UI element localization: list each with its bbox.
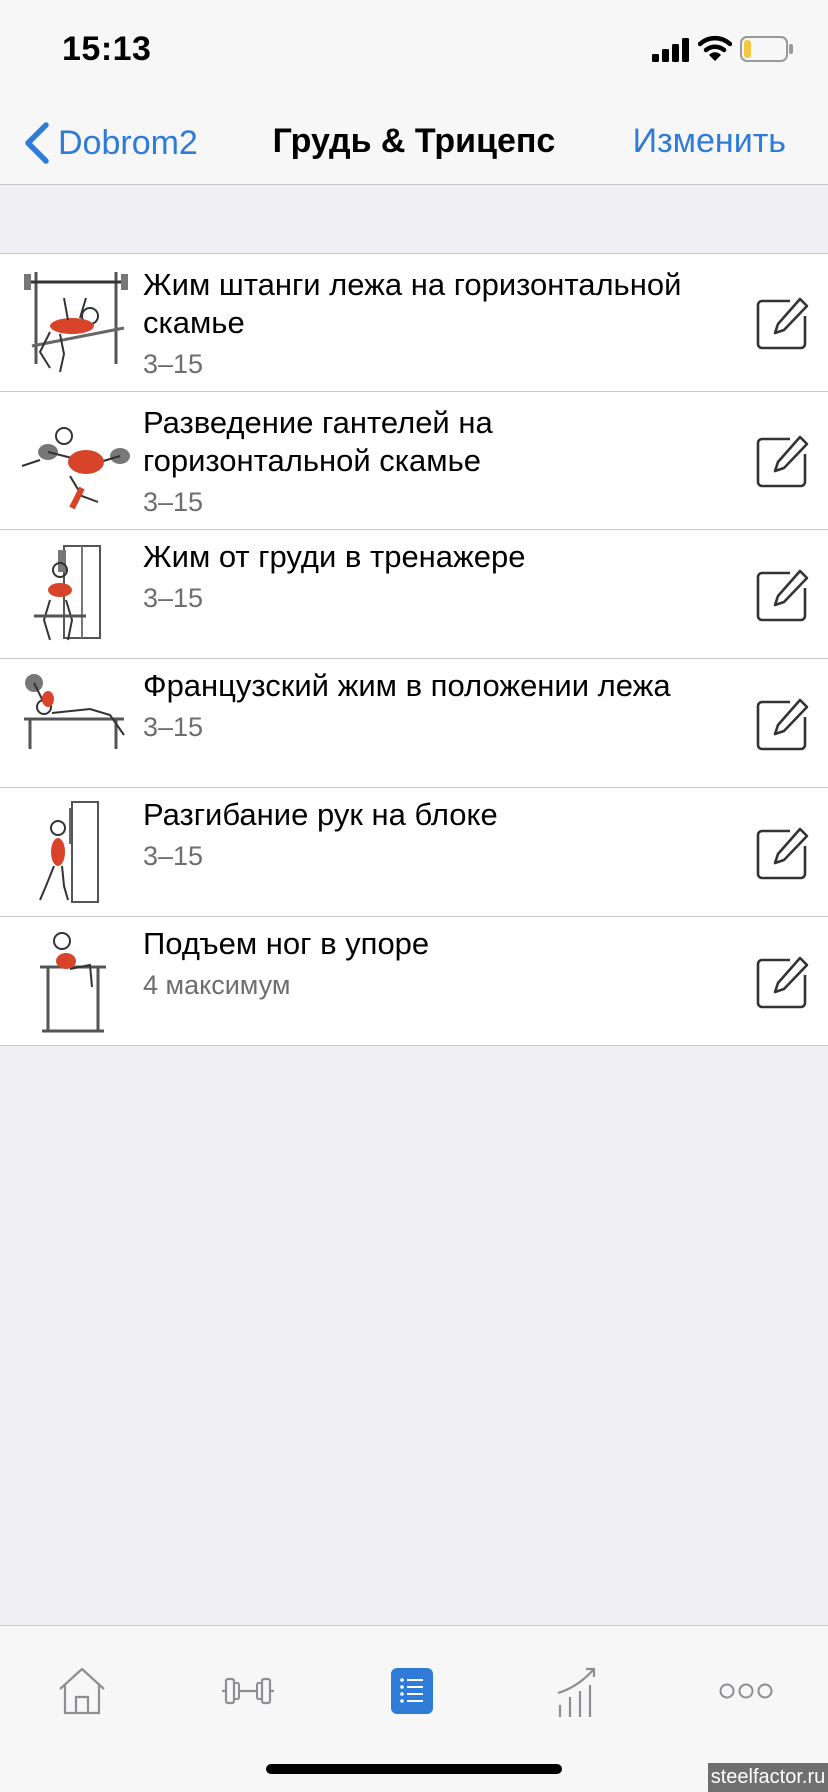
exercise-row[interactable]: Жим штанги лежа на горизонтальной скамье… (0, 254, 828, 392)
edit-icon[interactable] (756, 826, 810, 880)
exercise-row[interactable]: Разгибание рук на блоке 3–15 (0, 788, 828, 917)
home-indicator (266, 1764, 562, 1774)
edit-icon[interactable] (756, 296, 810, 350)
exercise-name: Французский жим в положении лежа (143, 668, 671, 703)
machine-chest-press-illustration (34, 545, 101, 641)
dumbbell-icon (222, 1677, 274, 1705)
more-icon (719, 1683, 773, 1699)
navigation-bar: Dobrom2 Грудь & Трицепс Изменить (0, 100, 828, 185)
tab-more[interactable] (706, 1656, 786, 1726)
battery-icon (740, 36, 793, 62)
progress-chart-icon (557, 1667, 596, 1717)
dumbbell-fly-illustration (21, 427, 130, 510)
chevron-left-icon (25, 122, 49, 164)
exercise-row[interactable]: Разведение гантелей на горизонтальной ск… (0, 392, 828, 530)
exercise-row[interactable]: Французский жим в положении лежа 3–15 (0, 659, 828, 788)
tab-stats[interactable] (538, 1656, 618, 1726)
exercise-sets: 3–15 (143, 841, 204, 871)
exercise-name: Подъем ног в упоре (143, 926, 430, 961)
exercise-sets: 3–15 (143, 487, 204, 517)
watermark: steelfactor.ru (708, 1763, 828, 1792)
exercise-name: Разгибание рук на блоке (143, 797, 498, 832)
exercise-name: Жим штанги лежа на горизонтальной скамье (143, 267, 682, 340)
exercise-texts: Жим штанги лежа на горизонтальной скамье… (143, 266, 723, 382)
leg-raise-illustration (40, 932, 106, 1033)
exercise-row[interactable]: Подъем ног в упоре 4 максимум (0, 917, 828, 1046)
exercise-list: Жим штанги лежа на горизонтальной скамье… (0, 253, 828, 1046)
list-icon (391, 1668, 433, 1714)
back-button[interactable]: Dobrom2 (22, 120, 198, 166)
exercise-name: Жим от груди в тренажере (143, 539, 526, 574)
edit-icon[interactable] (756, 955, 810, 1009)
tab-home[interactable] (42, 1656, 122, 1726)
status-bar: 15:13 (0, 0, 828, 100)
app-screen: 15:13 Dobrom2 Грудь & Трицепс Изменить Ж… (0, 0, 828, 1792)
exercise-texts: Разгибание рук на блоке 3–15 (143, 796, 723, 874)
edit-icon[interactable] (756, 434, 810, 488)
edit-icon[interactable] (756, 568, 810, 622)
edit-button[interactable]: Изменить (633, 122, 786, 161)
exercise-sets: 3–15 (143, 349, 204, 379)
cellular-signal-icon (652, 38, 689, 62)
exercise-name: Разведение гантелей на горизонтальной ск… (143, 405, 493, 478)
cable-pushdown-illustration (39, 801, 99, 903)
exercise-sets: 3–15 (143, 583, 204, 613)
exercise-sets: 3–15 (143, 712, 204, 742)
exercise-texts: Подъем ног в упоре 4 максимум (143, 925, 723, 1003)
wifi-icon (698, 35, 732, 61)
exercise-texts: Жим от груди в тренажере 3–15 (143, 538, 723, 616)
home-icon (59, 1667, 105, 1715)
exercise-texts: Разведение гантелей на горизонтальной ск… (143, 404, 723, 520)
exercise-texts: Французский жим в положении лежа 3–15 (143, 667, 723, 745)
back-button-label: Dobrom2 (58, 123, 198, 162)
exercise-row[interactable]: Жим от груди в тренажере 3–15 (0, 530, 828, 659)
exercise-sets: 4 максимум (143, 970, 291, 1000)
lying-triceps-extension-illustration (24, 674, 125, 749)
tab-workouts[interactable] (208, 1656, 288, 1726)
edit-icon[interactable] (756, 697, 810, 751)
tab-programs[interactable] (372, 1656, 452, 1726)
status-time: 15:13 (62, 30, 152, 68)
barbell-bench-press-illustration (24, 272, 128, 373)
